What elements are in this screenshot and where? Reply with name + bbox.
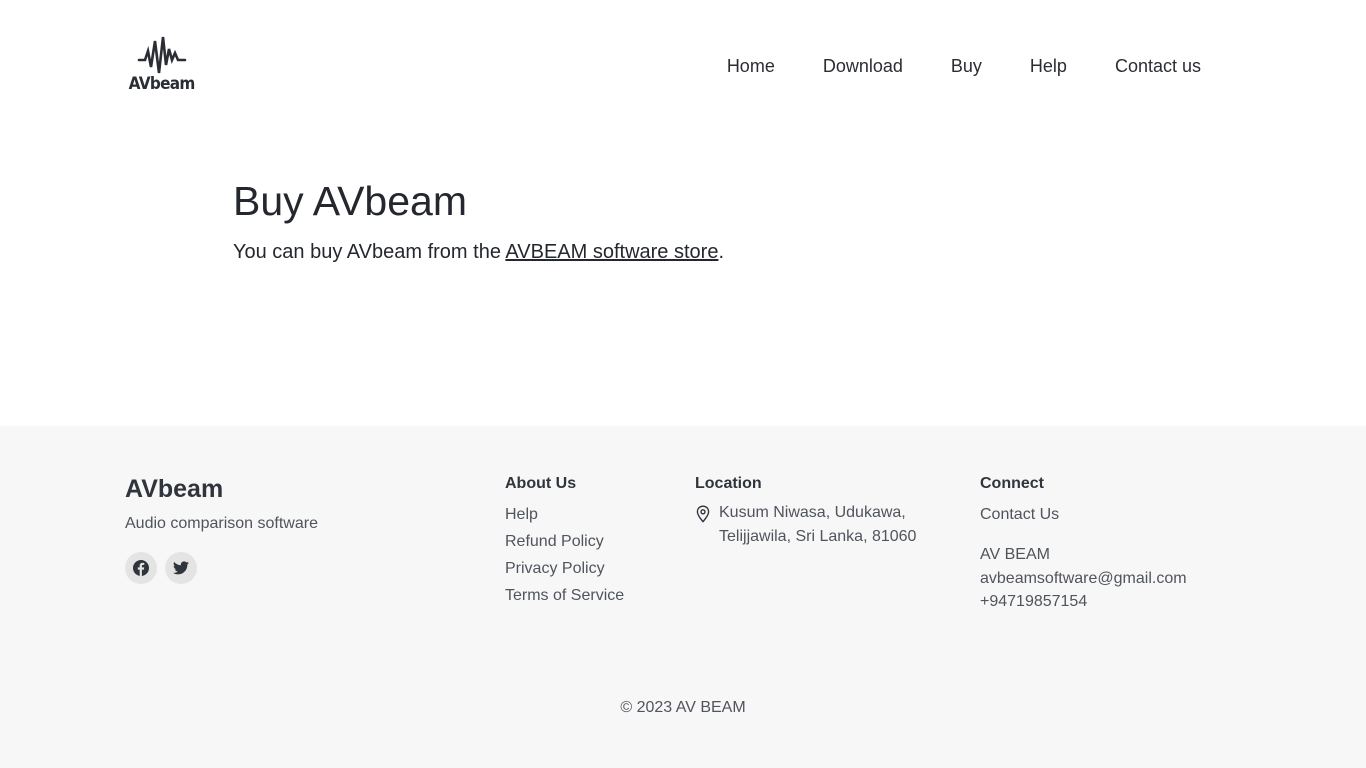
site-footer: AVbeam Audio comparison software About U…	[0, 426, 1366, 768]
contact-email: avbeamsoftware@gmail.com	[980, 569, 1187, 587]
store-link[interactable]: AVBEAM software store	[505, 241, 718, 263]
address-line-2: Telijjawila, Sri Lanka, 81060	[719, 528, 917, 545]
nav-buy-link[interactable]: Buy	[951, 54, 982, 78]
twitter-icon	[173, 561, 189, 575]
waveform-icon	[137, 36, 187, 74]
page-title: Buy AVbeam	[233, 178, 467, 224]
main-content: Buy AVbeam You can buy AVbeam from the A…	[233, 176, 724, 265]
nav-home-link[interactable]: Home	[727, 54, 775, 78]
main-nav: Home Download Buy Help Contact us	[727, 54, 1201, 78]
about-heading: About Us	[505, 475, 577, 492]
buy-description-prefix: You can buy AVbeam from the	[233, 241, 506, 263]
about-links: Help Refund Policy Privacy Policy Terms …	[505, 505, 624, 606]
connect-links: Contact Us	[980, 505, 1187, 525]
buy-description-suffix: .	[718, 241, 725, 263]
company-name: AV BEAM	[980, 546, 1050, 563]
map-pin-icon	[696, 505, 710, 523]
footer-brand-name: AVbeam	[125, 475, 224, 503]
social-links	[125, 552, 318, 584]
footer-tagline: Audio comparison software	[125, 515, 318, 532]
footer-about-column: About Us Help Refund Policy Privacy Poli…	[505, 474, 624, 606]
facebook-link[interactable]	[125, 552, 157, 584]
logo-text: AVbeam	[129, 74, 196, 94]
logo[interactable]: AVbeam	[129, 34, 196, 96]
footer-privacy-policy-link[interactable]: Privacy Policy	[505, 559, 624, 579]
address: Kusum Niwasa, Udukawa, Telijjawila, Sri …	[695, 501, 916, 549]
footer-help-link[interactable]: Help	[505, 505, 624, 525]
facebook-icon	[133, 560, 149, 576]
buy-description: You can buy AVbeam from the AVBEAM softw…	[233, 239, 724, 265]
connect-heading: Connect	[980, 475, 1044, 492]
footer-brand: AVbeam Audio comparison software	[125, 474, 318, 584]
location-heading: Location	[695, 475, 762, 492]
nav-download-link[interactable]: Download	[823, 54, 903, 78]
footer-terms-link[interactable]: Terms of Service	[505, 586, 624, 606]
address-lines: Kusum Niwasa, Udukawa, Telijjawila, Sri …	[719, 501, 916, 549]
contact-info: AV BEAM avbeamsoftware@gmail.com +947198…	[980, 543, 1187, 614]
address-line-1: Kusum Niwasa, Udukawa,	[719, 504, 906, 521]
contact-phone: +94719857154	[980, 593, 1088, 610]
twitter-link[interactable]	[165, 552, 197, 584]
nav-help-link[interactable]: Help	[1030, 54, 1067, 78]
footer-connect-column: Connect Contact Us AV BEAM avbeamsoftwar…	[980, 474, 1187, 614]
copyright: © 2023 AV BEAM	[620, 699, 746, 716]
footer-location-column: Location Kusum Niwasa, Udukawa, Telijjaw…	[695, 474, 916, 549]
footer-refund-policy-link[interactable]: Refund Policy	[505, 532, 624, 552]
site-header: AVbeam Home Download Buy Help Contact us	[0, 0, 1366, 132]
nav-contact-link[interactable]: Contact us	[1115, 54, 1201, 78]
footer-contact-us-link[interactable]: Contact Us	[980, 505, 1187, 525]
